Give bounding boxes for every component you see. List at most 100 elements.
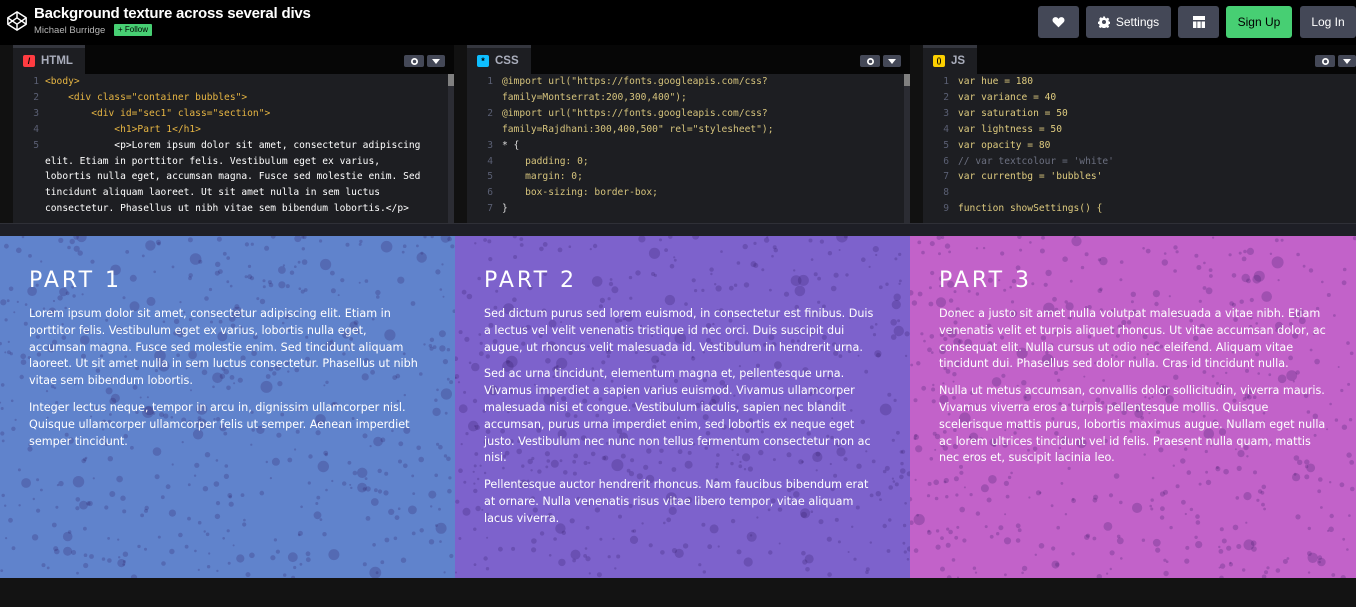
gear-icon (1097, 16, 1110, 28)
line-number: 2 (33, 91, 39, 103)
settings-label: Settings (1115, 15, 1160, 29)
js-tab-label: JS (951, 55, 966, 67)
code-line: padding: 0; (502, 155, 589, 167)
line-number: 9 (943, 203, 949, 215)
gear-icon (1321, 57, 1329, 65)
line-number: 2 (943, 91, 949, 103)
code-line: @import url("https://fonts.googleapis.co… (502, 107, 768, 119)
change-view-button[interactable] (1178, 6, 1219, 38)
codepen-logo-icon[interactable] (6, 10, 28, 32)
line-number: 6 (487, 187, 493, 199)
line-number: 5 (33, 139, 39, 151)
pen-title: Background texture across several divs (34, 5, 311, 22)
line-number: 3 (33, 107, 39, 119)
gear-icon (410, 57, 418, 65)
code-line: tincidunt aliquam laoreet. Ut sit amet n… (45, 187, 381, 199)
line-number: 3 (487, 139, 493, 151)
js-tab[interactable]: () JS (923, 45, 978, 74)
top-bar: Background texture across several divs M… (0, 0, 1356, 45)
js-code[interactable]: 1 2 3 4 5 6 7 8 9 var hue = 180 var vari… (923, 74, 1356, 223)
preview-resizer[interactable] (0, 223, 1356, 236)
line-number: 6 (943, 155, 949, 167)
line-number: 5 (487, 171, 493, 183)
css-code[interactable]: 1 2 3 4 5 6 7 @import url("https://fonts… (467, 74, 910, 223)
line-number: 1 (33, 76, 39, 87)
js-badge-icon: () (933, 55, 945, 67)
line-number: 4 (33, 123, 39, 135)
html-collapse-button[interactable] (427, 55, 445, 67)
css-js-resizer[interactable] (910, 45, 923, 223)
html-settings-button[interactable] (404, 55, 424, 67)
left-resizer[interactable] (0, 45, 13, 223)
code-line: elit. Etiam in porttitor felis. Vestibul… (45, 155, 381, 167)
code-line: <p>Lorem ipsum dolor sit amet, consectet… (45, 139, 421, 151)
css-collapse-button[interactable] (883, 55, 901, 67)
editors-area: / HTML 1 2 3 4 5 <body> <div class="cont… (0, 45, 1356, 225)
code-line: family=Rajdhani:300,400,500" rel="styles… (502, 123, 774, 135)
html-code[interactable]: 1 2 3 4 5 <body> <div class="container b… (13, 74, 454, 223)
line-number: 4 (943, 123, 949, 135)
code-line: margin: 0; (502, 171, 583, 183)
code-line: function showSettings() { (958, 203, 1103, 215)
code-line: consectetur. Phasellus ut nibh vitae sem… (45, 203, 409, 215)
code-line: lobortis nulla eget, accumsan magna. Fus… (45, 171, 421, 183)
chevron-down-icon (432, 58, 440, 64)
section-heading: PART 2 (484, 268, 578, 293)
paragraph: Sed ac urna tincidunt, elementum magna e… (484, 367, 871, 465)
log-in-button[interactable]: Log In (1300, 6, 1356, 38)
html-editor-header: / HTML (13, 45, 454, 74)
code-line: var opacity = 80 (958, 139, 1051, 151)
line-number: 2 (487, 107, 493, 119)
chevron-down-icon (888, 58, 896, 64)
code-line: var saturation = 50 (958, 107, 1068, 119)
follow-button[interactable]: + Follow (114, 24, 153, 36)
heart-icon (1052, 17, 1065, 28)
code-line: @import url("https://fonts.googleapis.co… (502, 76, 768, 87)
js-collapse-button[interactable] (1338, 55, 1356, 67)
section-heading: PART 1 (29, 268, 123, 293)
html-css-resizer[interactable] (454, 45, 467, 223)
html-tab-label: HTML (41, 55, 73, 67)
sign-up-button[interactable]: Sign Up (1226, 6, 1292, 38)
bottom-bar (0, 578, 1356, 607)
css-badge-icon: * (477, 55, 489, 67)
line-number: 7 (487, 203, 493, 215)
line-number: 1 (943, 76, 949, 87)
like-button[interactable] (1038, 6, 1079, 38)
code-line: var hue = 180 (958, 76, 1034, 87)
paragraph: Lorem ipsum dolor sit amet, consectetur … (29, 307, 418, 388)
code-line: // var textcolour = 'white' (958, 155, 1114, 167)
code-line: var lightness = 50 (958, 123, 1062, 135)
section-part-3: PART 3 Donec a justo sit amet nulla volu… (910, 236, 1356, 578)
author-name[interactable]: Michael Burridge (34, 25, 105, 36)
html-badge-icon: / (23, 55, 35, 67)
line-number: 4 (487, 155, 493, 167)
css-settings-button[interactable] (860, 55, 880, 67)
html-tab[interactable]: / HTML (13, 45, 85, 74)
css-editor-header: * CSS (467, 45, 910, 74)
code-line: <div id="sec1" class="section"> (45, 107, 271, 119)
line-number: 3 (943, 107, 949, 119)
section-body: Lorem ipsum dolor sit amet, consectetur … (29, 306, 423, 460)
line-number: 8 (943, 187, 949, 199)
code-line: box-sizing: border-box; (502, 187, 658, 199)
settings-button[interactable]: Settings (1086, 6, 1171, 38)
paragraph: Integer lectus neque, tempor in arcu in,… (29, 400, 410, 448)
code-line: * { (502, 139, 520, 151)
code-line: var variance = 40 (958, 91, 1057, 103)
gear-icon (866, 57, 874, 65)
chevron-down-icon (1343, 58, 1351, 64)
code-line: <div class="container bubbles"> (45, 91, 248, 103)
line-number: 1 (487, 76, 493, 87)
html-editor: / HTML 1 2 3 4 5 <body> <div class="cont… (13, 45, 454, 223)
section-body: Sed dictum purus sed lorem euismod, in c… (484, 306, 878, 538)
line-number: 7 (943, 171, 949, 183)
code-line: } (502, 203, 508, 215)
paragraph: Donec a justo sit amet nulla volutpat ma… (939, 307, 1326, 371)
code-line: <h1>Part 1</h1> (45, 123, 201, 135)
css-tab[interactable]: * CSS (467, 45, 531, 74)
layout-grid-icon (1192, 16, 1205, 28)
paragraph: Nulla ut metus accumsan, convallis dolor… (939, 384, 1326, 465)
js-settings-button[interactable] (1315, 55, 1335, 67)
code-line: <body> (45, 76, 80, 87)
